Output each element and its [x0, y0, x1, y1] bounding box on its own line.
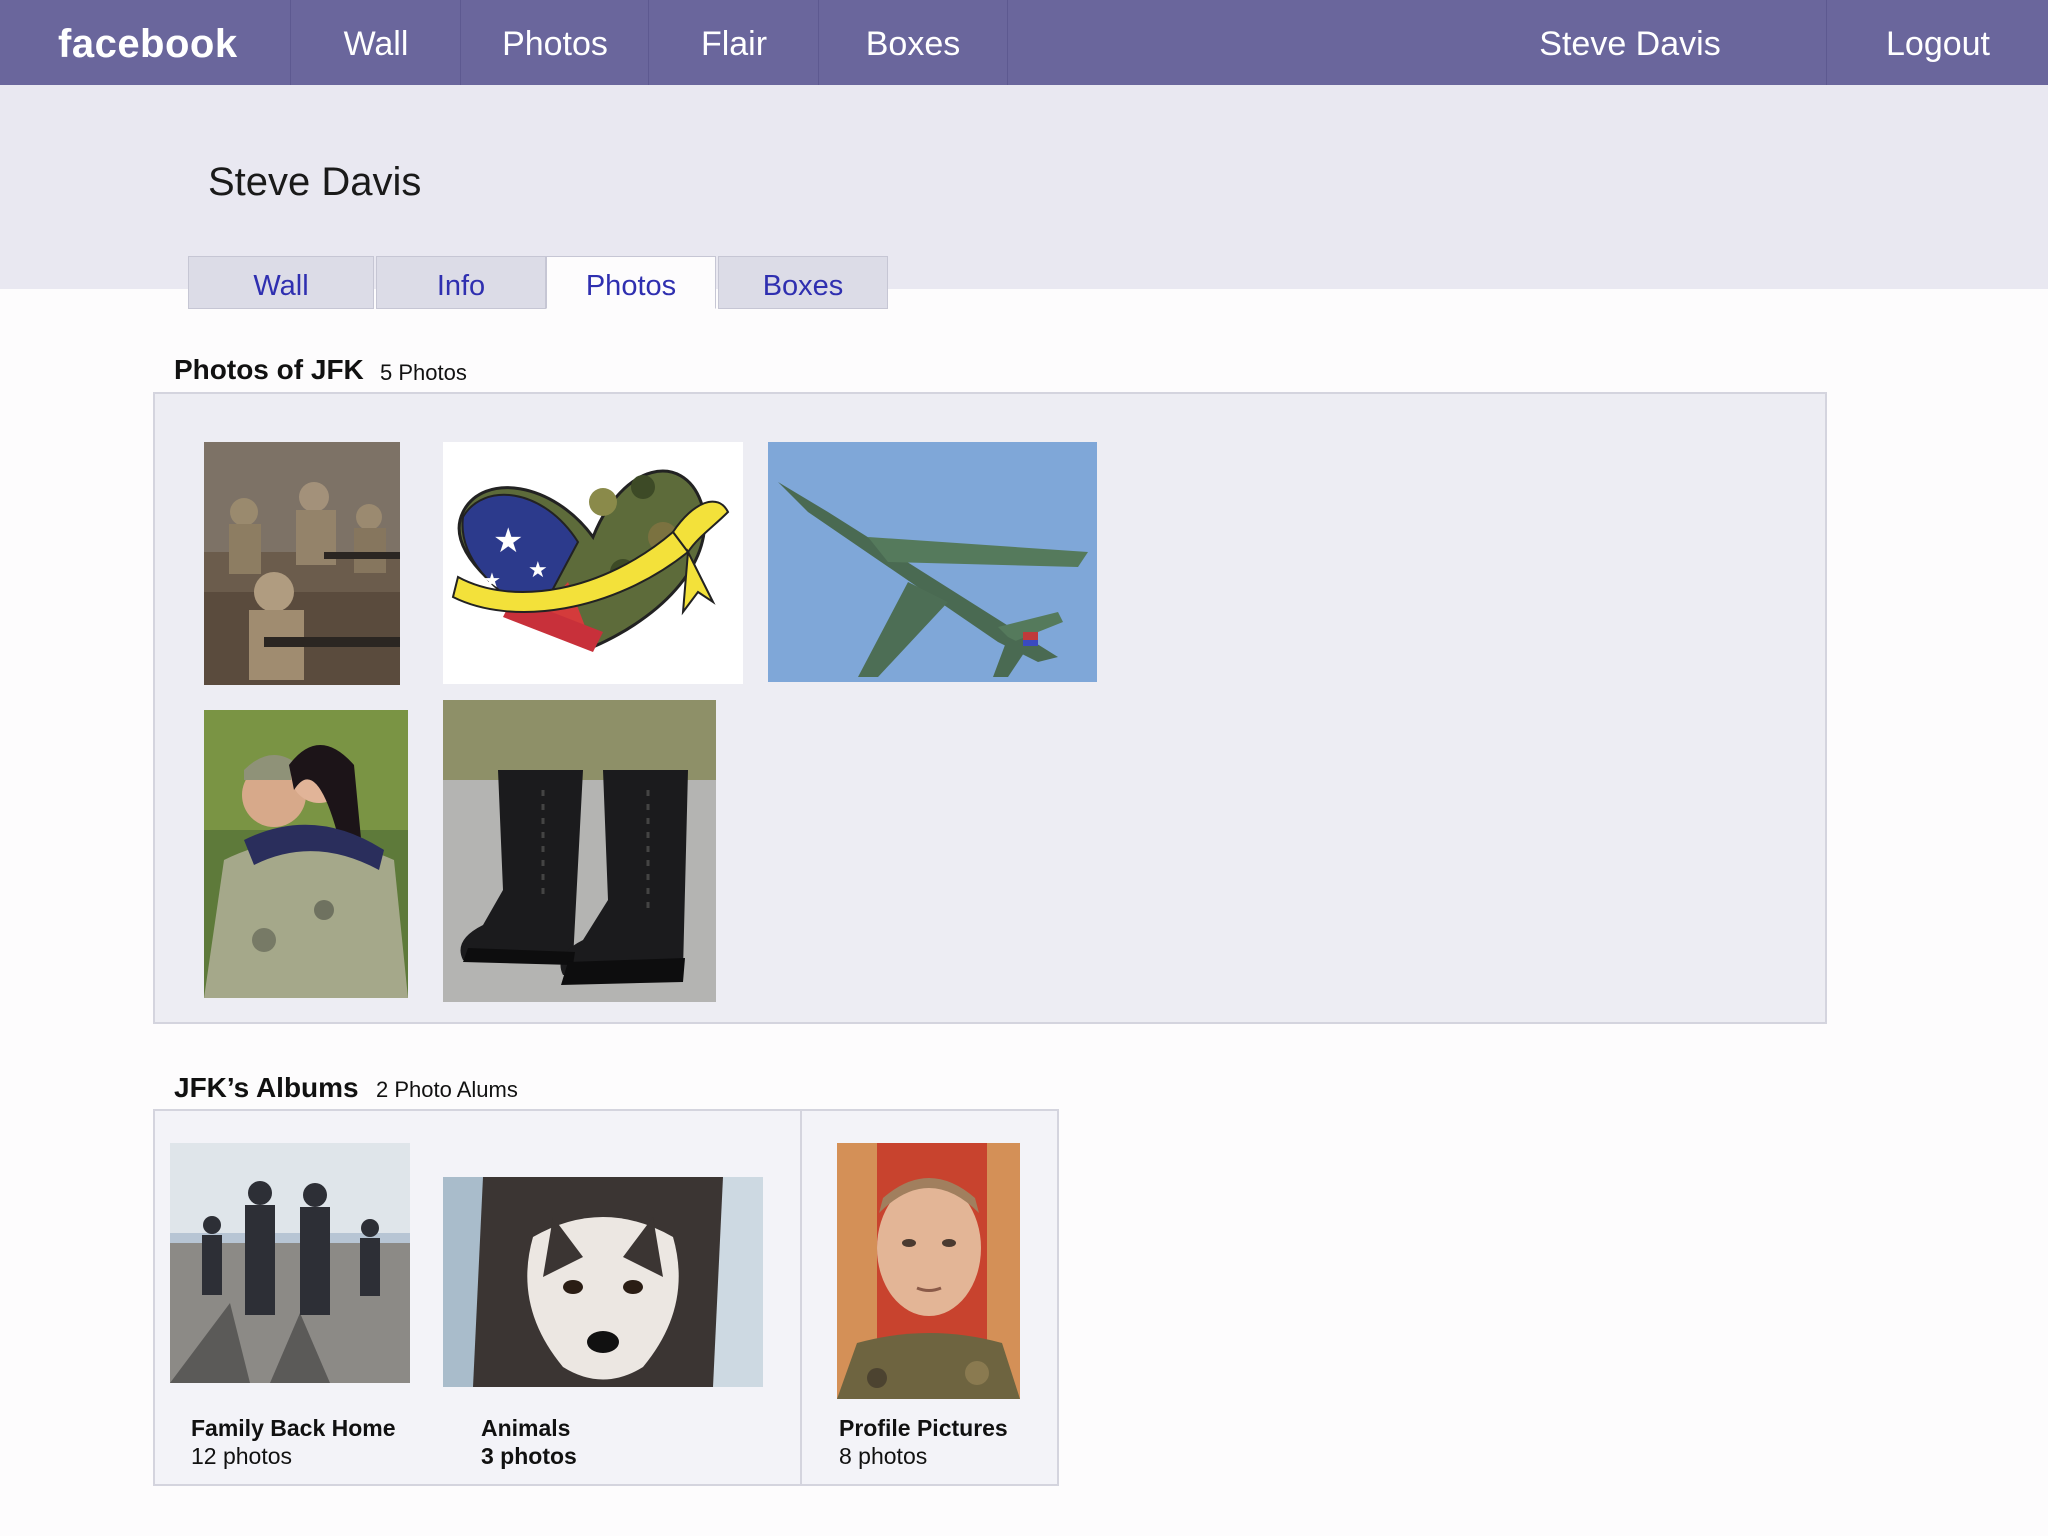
photos-section-title: Photos of JFK [174, 354, 364, 385]
nav-wall-link[interactable]: Wall [290, 0, 461, 85]
album-name-family[interactable]: Family Back Home [191, 1415, 396, 1442]
album-count-family: 12 photos [191, 1443, 293, 1469]
husky-album-cover[interactable] [443, 1177, 763, 1387]
album-count-profile: 8 photos [839, 1443, 928, 1469]
couple-photo[interactable] [204, 710, 408, 998]
album-divider [800, 1109, 802, 1486]
nav-photos-link[interactable]: Photos [460, 0, 649, 85]
albums-count: 2 Photo Alums [376, 1077, 518, 1102]
jet-photo[interactable] [768, 442, 1097, 682]
albums-section-title: JFK’s Albums [174, 1072, 359, 1103]
nav-flair-link[interactable]: Flair [648, 0, 819, 85]
nav-user-link[interactable]: Steve Davis [1500, 0, 1760, 85]
photos-count: 5 Photos [380, 360, 467, 385]
svg-text:★: ★ [493, 521, 523, 561]
tab-wall[interactable]: Wall [188, 256, 374, 309]
album-count-animals: 3 photos [481, 1443, 577, 1469]
facebook-logo[interactable]: facebook [58, 0, 238, 85]
top-navigation-bar: facebook Wall Photos Flair Boxes Steve D… [0, 0, 2048, 85]
tab-info[interactable]: Info [376, 256, 546, 309]
logout-link[interactable]: Logout [1826, 0, 2048, 85]
nav-boxes-link[interactable]: Boxes [818, 0, 1008, 85]
profile-album-cover[interactable] [837, 1143, 1020, 1399]
family-album-cover[interactable] [170, 1143, 410, 1383]
profile-name: Steve Davis [208, 160, 422, 204]
album-name-animals[interactable]: Animals [481, 1415, 570, 1442]
tab-photos[interactable]: Photos [546, 256, 716, 309]
album-name-profile[interactable]: Profile Pictures [839, 1415, 1008, 1442]
boots-photo[interactable] [443, 700, 716, 1002]
svg-text:★: ★ [528, 558, 548, 583]
camo-heart-photo[interactable]: ★ ★ ★ [443, 442, 743, 684]
tab-boxes[interactable]: Boxes [718, 256, 888, 309]
soldiers-photo[interactable] [204, 442, 400, 685]
